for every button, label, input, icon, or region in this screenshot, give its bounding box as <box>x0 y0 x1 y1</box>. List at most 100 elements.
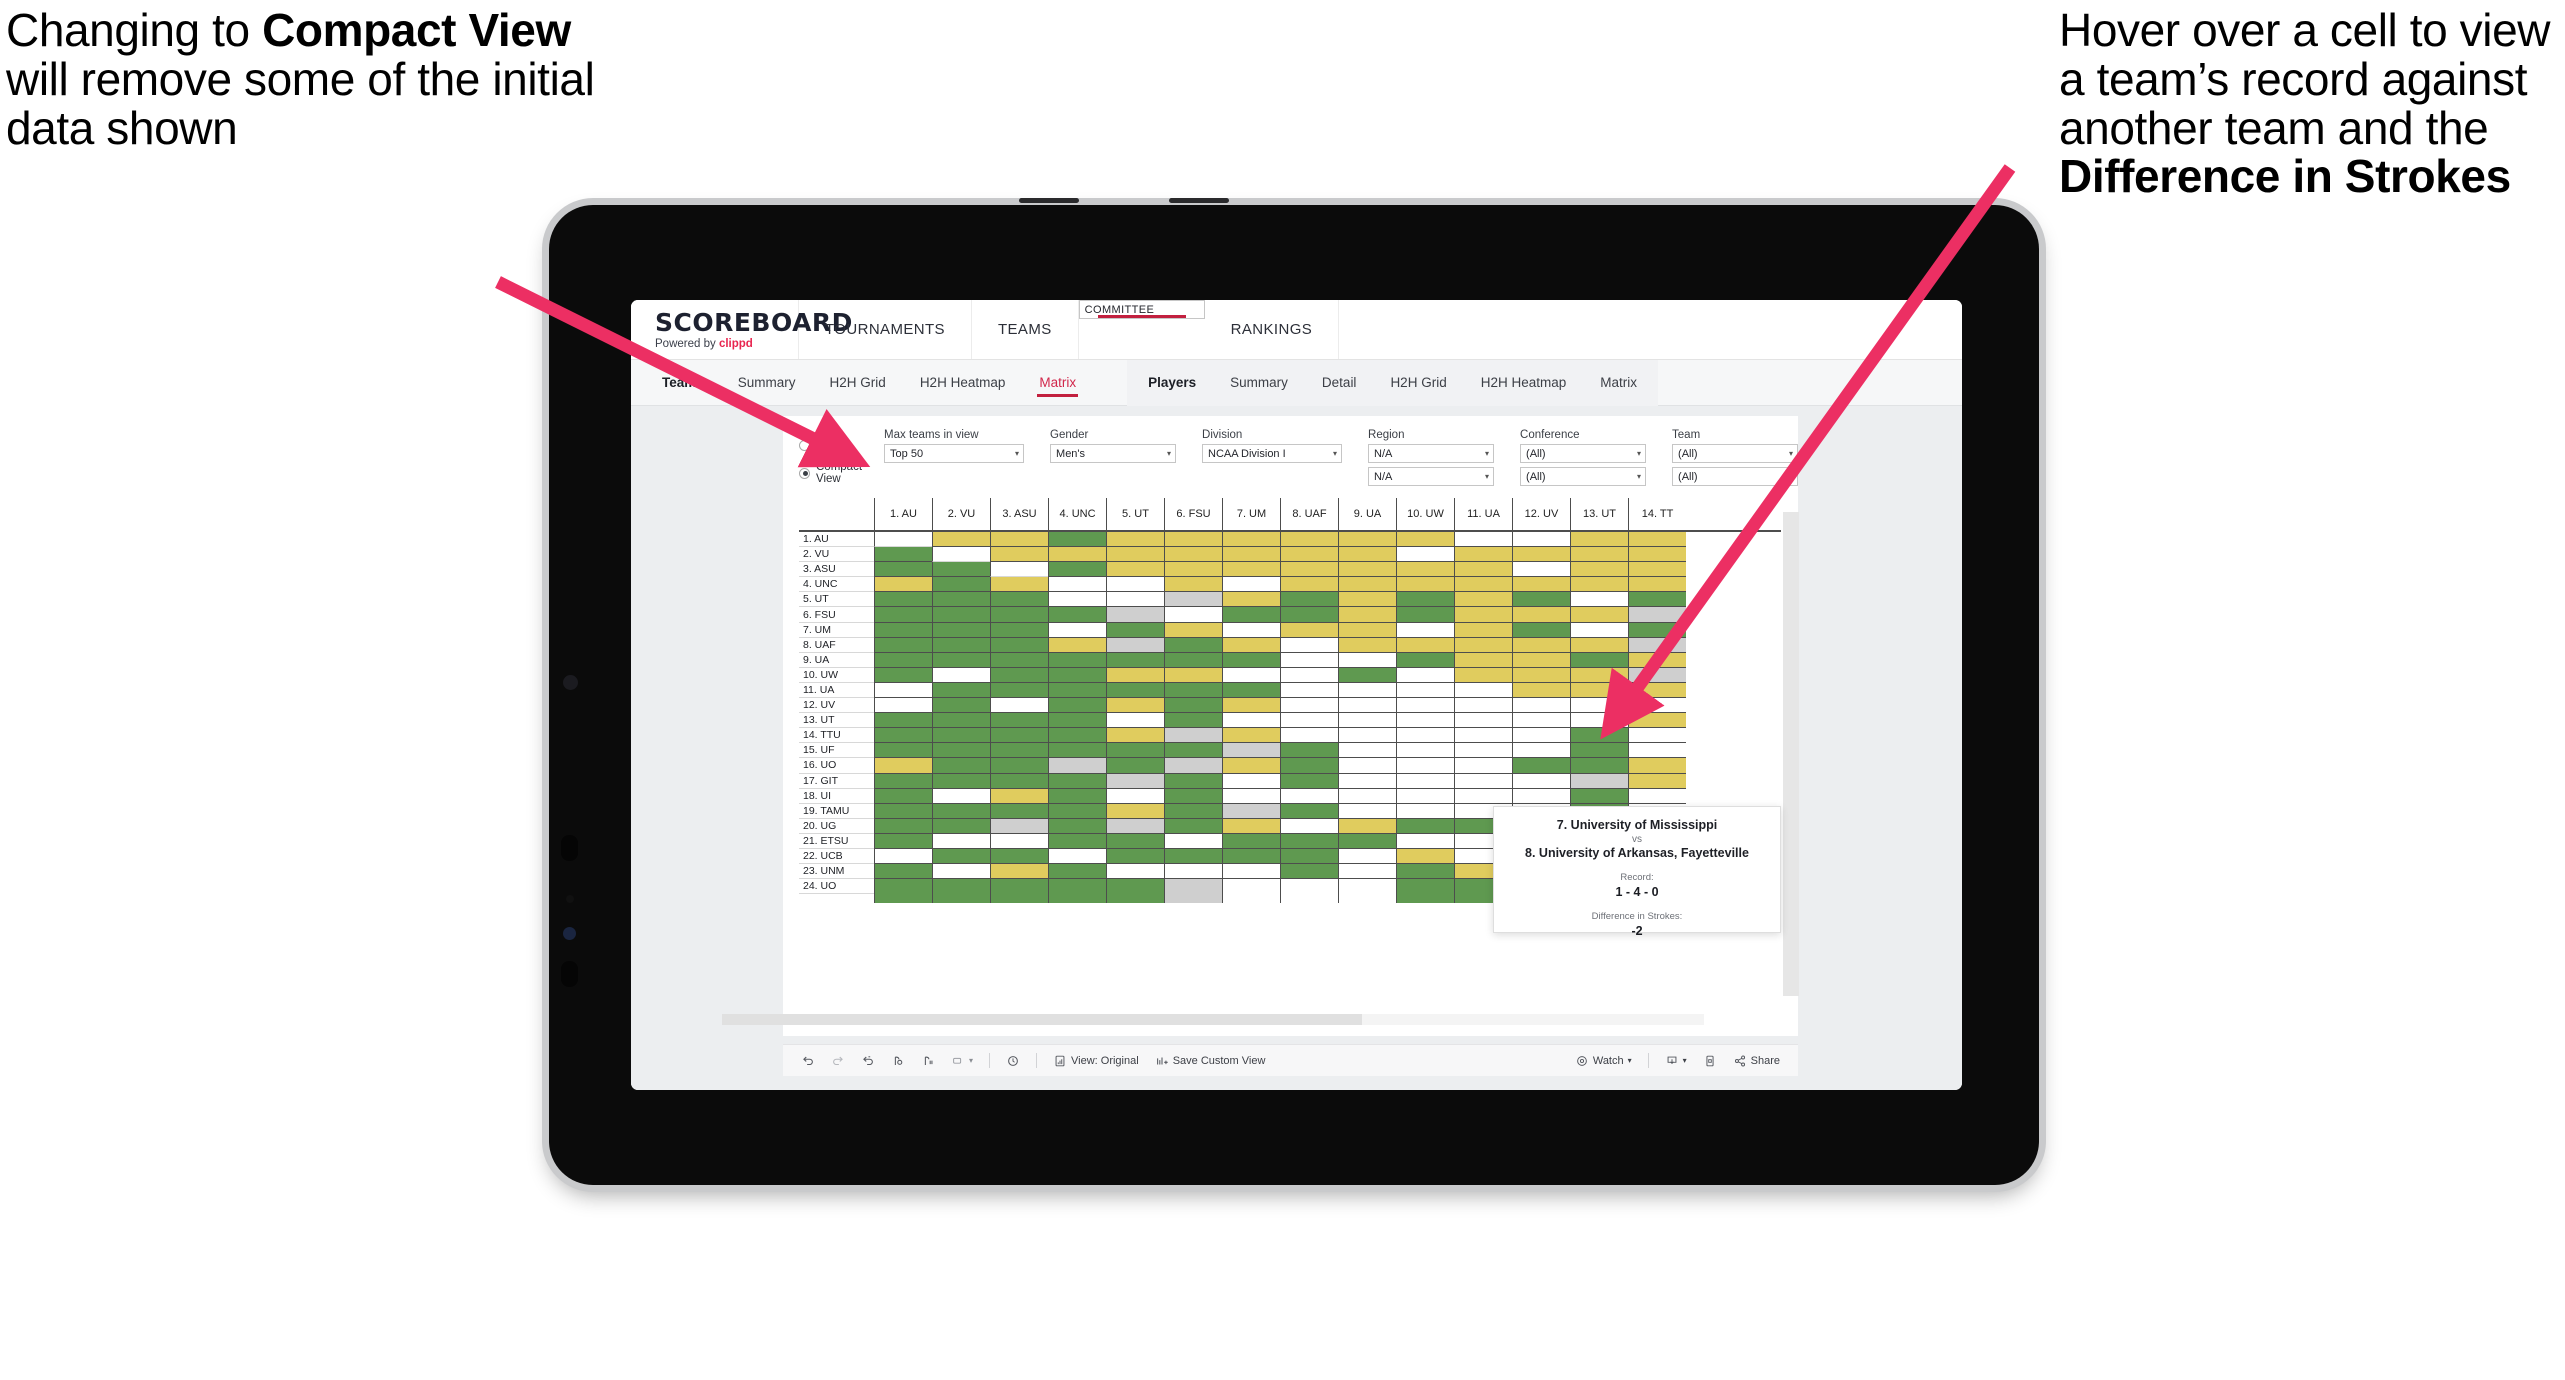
matrix-cell[interactable] <box>1164 788 1222 804</box>
matrix-cell[interactable] <box>1222 667 1280 683</box>
matrix-cell[interactable] <box>1164 773 1222 789</box>
matrix-cell[interactable] <box>874 532 932 548</box>
radio-button-compact-view[interactable] <box>799 467 810 479</box>
nav-item-teams[interactable]: TEAMS <box>972 300 1079 359</box>
matrix-cell[interactable] <box>1280 788 1338 804</box>
undo-button[interactable] <box>795 1050 821 1072</box>
matrix-cell[interactable] <box>990 879 1048 904</box>
matrix-cell[interactable] <box>1164 713 1222 729</box>
matrix-cell[interactable] <box>1280 833 1338 849</box>
matrix-cell[interactable] <box>1454 547 1512 563</box>
horizontal-scrollbar[interactable] <box>722 1014 1704 1025</box>
matrix-cell[interactable] <box>1106 803 1164 819</box>
matrix-cell[interactable] <box>874 758 932 774</box>
matrix-cell[interactable] <box>1222 864 1280 880</box>
matrix-cell[interactable] <box>932 577 990 593</box>
matrix-cell[interactable] <box>874 667 932 683</box>
matrix-cell[interactable] <box>1396 879 1454 904</box>
matrix-cell[interactable] <box>1048 652 1106 668</box>
matrix-cell[interactable] <box>1222 713 1280 729</box>
matrix-cell[interactable] <box>1338 728 1396 744</box>
matrix-cell[interactable] <box>1454 622 1512 638</box>
matrix-cell[interactable] <box>1338 879 1396 904</box>
matrix-cell[interactable] <box>1454 788 1512 804</box>
matrix-cell[interactable] <box>990 592 1048 608</box>
matrix-cell[interactable] <box>874 622 932 638</box>
matrix-cell[interactable] <box>1570 562 1628 578</box>
matrix-cell[interactable] <box>1048 818 1106 834</box>
matrix-cell[interactable] <box>1280 773 1338 789</box>
matrix-cell[interactable] <box>990 743 1048 759</box>
matrix-cell[interactable] <box>1396 547 1454 563</box>
tab-players-h2h-grid[interactable]: H2H Grid <box>1373 360 1463 406</box>
matrix-cell[interactable] <box>1338 758 1396 774</box>
matrix-cell[interactable] <box>1512 698 1570 714</box>
matrix-cell[interactable] <box>1512 637 1570 653</box>
matrix-cell[interactable] <box>1280 547 1338 563</box>
matrix-cell[interactable] <box>932 682 990 699</box>
matrix-cell[interactable] <box>1106 682 1164 699</box>
dropdown-gender[interactable]: Men's ▾ <box>1050 444 1177 463</box>
matrix-cell[interactable] <box>1628 667 1686 683</box>
matrix-cell[interactable] <box>932 848 990 865</box>
matrix-cell[interactable] <box>874 879 932 904</box>
matrix-cell[interactable] <box>1396 713 1454 729</box>
revert-button[interactable] <box>855 1050 881 1072</box>
radio-button-full-view[interactable] <box>799 439 810 451</box>
matrix-cell[interactable] <box>990 773 1048 789</box>
matrix-cell[interactable] <box>1338 743 1396 759</box>
matrix-cell[interactable] <box>1222 577 1280 593</box>
matrix-cell[interactable] <box>1164 532 1222 548</box>
matrix-cell[interactable] <box>1570 713 1628 729</box>
matrix-cell[interactable] <box>1048 532 1106 548</box>
matrix-cell[interactable] <box>1106 713 1164 729</box>
tab-players-h2h-heatmap[interactable]: H2H Heatmap <box>1464 360 1584 406</box>
matrix-cell[interactable] <box>1222 728 1280 744</box>
matrix-cell[interactable] <box>1280 682 1338 699</box>
matrix-cell[interactable] <box>1222 532 1280 548</box>
matrix-cell[interactable] <box>1512 562 1570 578</box>
matrix-cell[interactable] <box>1222 818 1280 834</box>
matrix-cell[interactable] <box>1222 879 1280 904</box>
matrix-cell[interactable] <box>1396 622 1454 638</box>
matrix-cell[interactable] <box>1106 667 1164 683</box>
matrix-cell[interactable] <box>1280 848 1338 865</box>
matrix-cell[interactable] <box>1454 773 1512 789</box>
matrix-cell[interactable] <box>1570 577 1628 593</box>
matrix-cell[interactable] <box>932 667 990 683</box>
matrix-cell[interactable] <box>1048 728 1106 744</box>
matrix-cell[interactable] <box>1164 652 1222 668</box>
matrix-cell[interactable] <box>1338 698 1396 714</box>
matrix-cell[interactable] <box>990 803 1048 819</box>
matrix-cell[interactable] <box>1106 773 1164 789</box>
matrix-cell[interactable] <box>932 652 990 668</box>
matrix-cell[interactable] <box>1280 667 1338 683</box>
dropdown-conference-1[interactable]: (All) ▾ <box>1520 444 1647 463</box>
matrix-cell[interactable] <box>1628 682 1686 699</box>
matrix-cell[interactable] <box>932 864 990 880</box>
matrix-cell[interactable] <box>990 698 1048 714</box>
matrix-cell[interactable] <box>1512 592 1570 608</box>
matrix-cell[interactable] <box>1164 864 1222 880</box>
matrix-cell[interactable] <box>1222 773 1280 789</box>
matrix-cell[interactable] <box>1164 743 1222 759</box>
matrix-cell[interactable] <box>1048 743 1106 759</box>
matrix-cell[interactable] <box>1338 532 1396 548</box>
matrix-cell[interactable] <box>1048 562 1106 578</box>
nav-item-committee[interactable]: COMMITTEE <box>1078 300 1205 319</box>
matrix-cell[interactable] <box>1454 592 1512 608</box>
matrix-cell[interactable] <box>1106 592 1164 608</box>
matrix-cell[interactable] <box>990 652 1048 668</box>
matrix-cell[interactable] <box>932 803 990 819</box>
matrix-cell[interactable] <box>1628 607 1686 623</box>
matrix-cell[interactable] <box>1570 607 1628 623</box>
matrix-cell[interactable] <box>990 562 1048 578</box>
matrix-cell[interactable] <box>1338 773 1396 789</box>
matrix-cell[interactable] <box>1222 622 1280 638</box>
matrix-cell[interactable] <box>874 652 932 668</box>
matrix-cell[interactable] <box>1048 547 1106 563</box>
matrix-cell[interactable] <box>1164 637 1222 653</box>
layout-dropdown-button[interactable]: ▾ <box>945 1050 979 1072</box>
tab-teams-h2h-grid[interactable]: H2H Grid <box>813 360 903 406</box>
watch-button[interactable]: Watch ▾ <box>1569 1050 1638 1072</box>
